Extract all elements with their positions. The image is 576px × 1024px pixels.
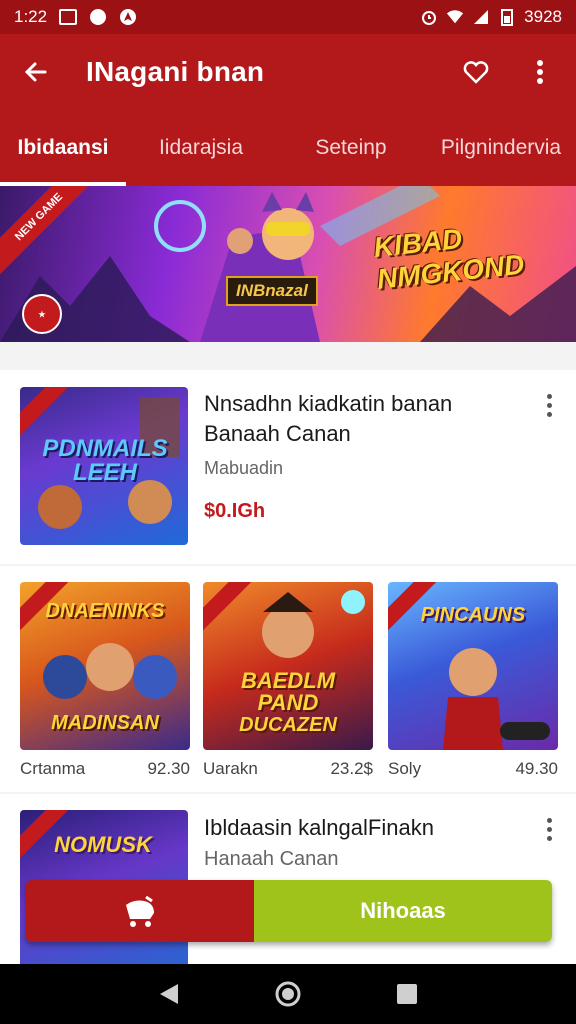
grid-item-price: 92.30	[147, 759, 190, 778]
system-nav-bar	[0, 964, 576, 1024]
battery-icon	[498, 8, 516, 26]
status-bar: 1:22 3928	[0, 0, 576, 34]
grid-item-thumbnail[interactable]: BAEDLM PAND DUCAZEN	[203, 582, 373, 750]
promo-banner[interactable]: NEW GAME ★ INBnazal KIBAD NMGKOND	[0, 186, 576, 342]
signal-icon	[472, 8, 490, 26]
featured-game-developer: Mabuadin	[204, 458, 284, 478]
featured-art-title: PDNMAILS LEEH	[42, 435, 168, 486]
tab-bar: Ibidaansi Iidarajsia Seteinp Pilgninderv…	[0, 110, 576, 186]
favorite-heart-icon[interactable]	[456, 52, 496, 92]
tab-seteinp[interactable]: Seteinp	[276, 110, 426, 186]
grid-item[interactable]: BAEDLM PAND DUCAZEN Uarakn 23.2$	[203, 582, 373, 779]
nav-home-icon[interactable]	[273, 979, 303, 1009]
nav-back-icon[interactable]	[154, 979, 184, 1009]
grid-art-subtitle: MADINSAN	[51, 712, 159, 734]
cart-button[interactable]	[26, 880, 254, 942]
second-game-title: Ibldaasin kalngalFinakn	[204, 815, 434, 840]
alarm-icon	[420, 8, 438, 26]
nav-recents-icon[interactable]	[392, 979, 422, 1009]
primary-action-button[interactable]: Nihoaas	[254, 880, 552, 942]
back-arrow-icon[interactable]	[16, 52, 56, 92]
tab-pilgnindervia[interactable]: Pilgnindervia	[426, 110, 576, 186]
wifi-icon	[446, 8, 464, 26]
shopping-cart-icon	[126, 895, 154, 927]
status-time: 1:22	[14, 7, 48, 26]
featured-more-icon[interactable]	[544, 394, 554, 417]
settings-notification-icon	[89, 8, 107, 26]
grid-item[interactable]: DNAENINKS MADINSAN Crtanma 92.30	[20, 582, 190, 779]
grid-item-name: Crtanma	[20, 759, 86, 778]
grid-item-price: 23.2$	[330, 759, 373, 778]
banner-hero-label: INBnazal	[226, 276, 318, 306]
banner-emblem-icon: ★	[22, 294, 62, 334]
overflow-menu-icon[interactable]	[520, 52, 560, 92]
grid-item-thumbnail[interactable]: DNAENINKS MADINSAN	[20, 582, 190, 750]
grid-item-price: 49.30	[515, 759, 558, 778]
featured-game-title: Nnsadhn kiadkatin banan	[204, 391, 453, 416]
grid-art-title: PINCAUNS	[420, 604, 526, 626]
featured-game-card[interactable]: PDNMAILS LEEH Nnsadhn kiadkatin banan Ba…	[0, 370, 576, 564]
app-bar: INagani bnan	[0, 34, 576, 110]
grid-art-subtitle: DUCAZEN	[239, 714, 337, 736]
second-art-title: NOMUSK	[54, 832, 152, 857]
featured-game-price: $0.IGh	[204, 500, 266, 522]
battery-text: 3928	[524, 7, 562, 26]
game-grid: DNAENINKS MADINSAN Crtanma 92.30 BAEDLM …	[0, 566, 576, 792]
grid-item-thumbnail[interactable]: PINCAUNS	[388, 582, 558, 750]
navigation-notification-icon	[119, 8, 137, 26]
app-screen: 1:22 3928 INagani bnan Ibidaansi Iidaraj…	[0, 0, 576, 1024]
featured-game-thumbnail[interactable]: PDNMAILS LEEH	[20, 387, 188, 545]
tab-iidarajsia[interactable]: Iidarajsia	[126, 110, 276, 186]
grid-art-title: BAEDLM PAND	[240, 668, 336, 715]
grid-art-title: DNAENINKS	[45, 600, 165, 622]
image-notification-icon	[59, 8, 78, 26]
tab-ibidaansi[interactable]: Ibidaansi	[0, 110, 126, 186]
page-title: INagani bnan	[86, 56, 265, 87]
second-game-subtitle: Hanaah Canan	[204, 848, 339, 870]
second-more-icon[interactable]	[544, 818, 554, 841]
featured-game-subtitle: Banaah Canan	[204, 421, 351, 446]
purchase-action-bar: Nihoaas	[26, 880, 552, 942]
grid-item-name: Soly	[388, 759, 422, 778]
grid-item[interactable]: PINCAUNS Soly 49.30	[388, 582, 558, 779]
grid-item-name: Uarakn	[203, 759, 258, 778]
